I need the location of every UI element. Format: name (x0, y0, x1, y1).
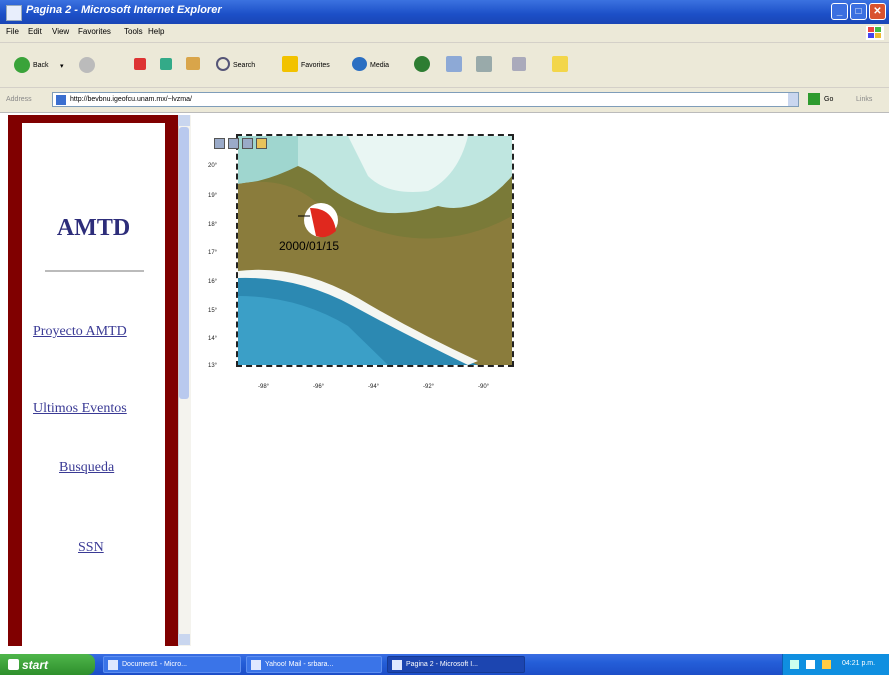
scroll-down-arrow-icon[interactable] (178, 634, 190, 645)
task-label: Yahoo! Mail - srbara... (265, 661, 334, 668)
taskbar-item-pagina2[interactable]: Pagina 2 - Microsoft I... (387, 656, 525, 673)
search-label[interactable]: Search (233, 62, 255, 69)
taskbar-item-word[interactable]: Document1 - Micro... (103, 656, 241, 673)
x-tick-98: -98° (258, 384, 270, 390)
nav-link-proyecto[interactable]: Proyecto AMTD (33, 324, 127, 340)
y-tick-19: 19° (208, 193, 218, 199)
page-icon (56, 95, 66, 105)
sidebar-divider (45, 270, 144, 272)
task-label: Pagina 2 - Microsoft I... (406, 661, 478, 668)
nav-link-ultimos-eventos[interactable]: Ultimos Eventos (33, 401, 127, 417)
seismic-map-image (236, 134, 514, 367)
close-icon: ✕ (873, 6, 882, 17)
go-arrow-icon[interactable] (808, 93, 820, 105)
media-label[interactable]: Media (370, 62, 389, 69)
print-image-icon[interactable] (228, 138, 239, 149)
sidebar-panel (22, 123, 165, 646)
windows-logo-icon (866, 26, 884, 40)
volume-icon[interactable] (822, 660, 831, 669)
y-tick-14: 14° (208, 336, 218, 342)
media-icon[interactable] (352, 57, 367, 71)
menu-bar: File Edit View Favorites Tools Help (0, 24, 889, 43)
menu-tools[interactable]: Tools (124, 27, 143, 36)
menu-file[interactable]: File (6, 27, 19, 36)
address-dropdown-icon[interactable] (788, 93, 798, 106)
task-label: Document1 - Micro... (122, 661, 187, 668)
standard-toolbar: Back ▾ Search Favorites Media (0, 43, 889, 88)
menu-favorites[interactable]: Favorites (78, 27, 111, 36)
event-date-label: 2000/01/15 (279, 239, 340, 253)
favorites-label[interactable]: Favorites (301, 62, 330, 69)
word-icon (108, 660, 118, 670)
home-icon[interactable] (186, 57, 200, 70)
minimize-button[interactable]: _ (831, 3, 848, 20)
maximize-icon: □ (855, 6, 862, 17)
sidebar-title: AMTD (56, 215, 131, 241)
scrollbar-thumb[interactable] (179, 127, 189, 399)
go-label[interactable]: Go (824, 96, 833, 103)
address-url[interactable]: http://bevbnu.igeofcu.unam.mx/~lvzma/ (70, 96, 192, 103)
history-icon[interactable] (414, 56, 430, 72)
back-arrow-icon[interactable] (14, 57, 30, 73)
y-tick-20: 20° (208, 163, 218, 169)
ie-icon (392, 660, 402, 670)
ie-page-icon (6, 5, 22, 21)
y-tick-17: 17° (208, 250, 218, 256)
language-icon[interactable] (790, 660, 799, 669)
links-label[interactable]: Links (856, 96, 872, 103)
back-dropdown-icon[interactable]: ▾ (60, 62, 64, 70)
nav-link-ssn[interactable]: SSN (78, 540, 104, 556)
save-image-icon[interactable] (214, 138, 225, 149)
tray-clock: 04:21 p.m. (842, 660, 876, 667)
y-tick-15: 15° (208, 308, 218, 314)
network-icon[interactable] (806, 660, 815, 669)
y-tick-13: 13° (208, 363, 218, 369)
y-tick-18: 18° (208, 222, 218, 228)
y-tick-16: 16° (208, 279, 218, 285)
favorites-star-icon[interactable] (282, 56, 298, 72)
stop-icon[interactable] (134, 58, 146, 70)
mail-image-icon[interactable] (242, 138, 253, 149)
window-title: Pagina 2 - Microsoft Internet Explorer (26, 4, 222, 16)
messenger-icon[interactable] (552, 56, 568, 72)
close-button[interactable]: ✕ (869, 3, 886, 20)
taskbar-item-yahoo[interactable]: Yahoo! Mail - srbara... (246, 656, 382, 673)
image-toolbar (210, 136, 288, 152)
menu-edit[interactable]: Edit (28, 27, 42, 36)
x-tick-94: -94° (368, 384, 380, 390)
nav-link-busqueda[interactable]: Busqueda (59, 460, 114, 476)
address-label: Address (6, 96, 32, 103)
edit-icon[interactable] (512, 57, 526, 71)
forward-arrow-icon[interactable] (79, 57, 95, 73)
ie-icon (251, 660, 261, 670)
search-icon[interactable] (216, 57, 230, 71)
maximize-button[interactable]: □ (850, 3, 867, 20)
x-tick-96: -96° (313, 384, 325, 390)
mail-icon[interactable] (446, 56, 462, 72)
print-icon[interactable] (476, 56, 492, 72)
back-label[interactable]: Back (33, 62, 49, 69)
menu-view[interactable]: View (52, 27, 69, 36)
x-tick-90: -90° (478, 384, 490, 390)
windows-logo-icon (8, 659, 19, 670)
x-tick-92: -92° (423, 384, 435, 390)
my-pictures-icon[interactable] (256, 138, 267, 149)
refresh-icon[interactable] (160, 58, 172, 70)
minimize-icon: _ (836, 6, 843, 17)
scroll-up-arrow-icon[interactable] (178, 115, 190, 126)
start-label[interactable]: start (22, 658, 48, 672)
menu-help[interactable]: Help (148, 27, 164, 36)
